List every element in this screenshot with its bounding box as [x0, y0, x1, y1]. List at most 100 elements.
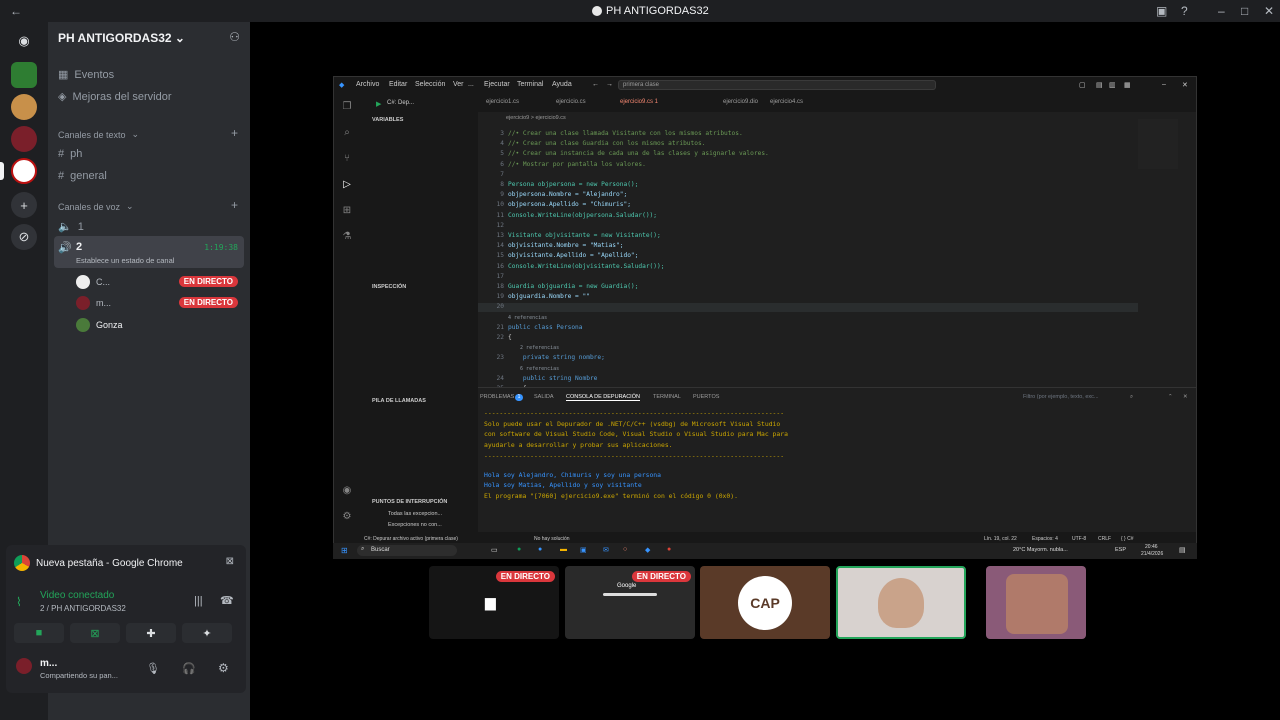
menu-ver[interactable]: Ver: [453, 81, 464, 88]
vscode-taskbar-icon[interactable]: ◆: [645, 546, 650, 554]
status-cursor[interactable]: Lín. 19, col. 22: [984, 536, 1017, 542]
breakpoint-item[interactable]: Todas las excepcion...: [388, 511, 442, 517]
code-line[interactable]: 4 referencias: [508, 313, 547, 323]
layout-custom-icon[interactable]: ▦: [1124, 81, 1131, 89]
status-debug-target[interactable]: C#: Depurar archivo activo (primera clas…: [364, 536, 458, 542]
participant-tile[interactable]: [986, 566, 1086, 639]
tab-puertos[interactable]: PUERTOS: [693, 394, 719, 400]
tab-ejercicio9-cs[interactable]: ejercicio9.cs 1: [620, 99, 658, 105]
discord-home-icon[interactable]: ◉: [11, 28, 37, 54]
testing-icon[interactable]: ⚗: [341, 231, 353, 243]
status-indent[interactable]: Espacios: 4: [1032, 536, 1058, 542]
code-line[interactable]: Console.WriteLine(objpersona.Saludar());: [508, 211, 657, 221]
code-line[interactable]: objvisitante.Nombre = "Matias";: [508, 241, 623, 251]
code-line[interactable]: //• Crear una instancia de cada una de l…: [508, 149, 769, 159]
clear-console-icon[interactable]: ⌕: [1130, 394, 1133, 401]
run-debug-icon[interactable]: ▷: [341, 179, 353, 191]
settings-gear-icon[interactable]: ⚙: [218, 661, 229, 675]
code-line[interactable]: Visitante objvisitante = new Visitante()…: [508, 231, 661, 241]
code-line[interactable]: private string nombre;: [508, 353, 605, 363]
add-server-icon[interactable]: +: [11, 192, 37, 218]
manage-gear-icon[interactable]: ⚙: [341, 511, 353, 523]
voice-user[interactable]: Gonza: [76, 318, 123, 332]
maximize-panel-icon[interactable]: ⌃: [1168, 394, 1173, 400]
code-line[interactable]: Guardia objguardia = new Guardia();: [508, 282, 638, 292]
server-icon-2[interactable]: [11, 94, 37, 120]
popout-close-icon[interactable]: ⊠: [226, 556, 234, 567]
status-solution[interactable]: No hay solución: [534, 536, 570, 542]
disconnect-icon[interactable]: ☎: [220, 594, 234, 607]
code-line[interactable]: 2 referencias: [508, 343, 559, 353]
code-line[interactable]: 6 referencias: [508, 364, 559, 374]
stream-tile[interactable]: EN DIRECTO ▆: [429, 566, 559, 639]
code-line[interactable]: objpersona.Nombre = "Alejandro";: [508, 190, 627, 200]
window-minimize-icon[interactable]: –: [1162, 81, 1166, 88]
voice-channel-2[interactable]: 🔊 2 1:19:38 Establece un estado de canal: [54, 236, 244, 268]
clock-date[interactable]: 21/4/2026: [1141, 551, 1163, 557]
screen-share-button[interactable]: ⊠: [70, 623, 120, 643]
inbox-icon[interactable]: ▣: [1156, 4, 1167, 18]
variables-section[interactable]: VARIABLES: [372, 117, 403, 123]
console-filter[interactable]: Filtro (por ejemplo, texto, exc...: [1023, 394, 1099, 400]
breadcrumb[interactable]: ejercicio9 > ejercicio9.cs: [506, 115, 566, 121]
activities-button[interactable]: ✚: [126, 623, 176, 643]
tab-ejercicio4[interactable]: ejercicio4.cs: [770, 99, 803, 105]
voice-channel-1[interactable]: 🔈 1: [58, 220, 84, 234]
server-icon-active[interactable]: [11, 158, 37, 184]
close-icon[interactable]: ✕: [1264, 4, 1274, 18]
inspection-section[interactable]: INSPECCIÓN: [372, 284, 406, 290]
mail-icon[interactable]: ✉: [603, 546, 609, 554]
nav-forward-icon[interactable]: →: [606, 81, 613, 88]
voice-user[interactable]: C...: [76, 275, 110, 289]
participant-tile[interactable]: CAP: [700, 566, 830, 639]
stream-tile[interactable]: EN DIRECTO Google: [565, 566, 695, 639]
tab-ejercicio1[interactable]: ejercicio1.cs: [486, 99, 519, 105]
menu-editar[interactable]: Editar: [389, 81, 407, 88]
explore-icon[interactable]: ⊘: [11, 224, 37, 250]
status-eol[interactable]: CRLF: [1098, 536, 1111, 542]
participant-tile-speaking[interactable]: [836, 566, 966, 639]
tab-salida[interactable]: SALIDA: [534, 394, 554, 400]
add-voice-channel-icon[interactable]: +: [231, 198, 238, 212]
server-icon-3[interactable]: [11, 126, 37, 152]
menu-seleccion[interactable]: Selección: [415, 81, 445, 88]
menu-ayuda[interactable]: Ayuda: [552, 81, 572, 88]
server-name-header[interactable]: PH ANTIGORDAS32 ⌄: [58, 31, 185, 45]
nav-back-icon[interactable]: ←: [592, 81, 599, 88]
extensions-icon[interactable]: ⊞: [341, 205, 353, 217]
close-panel-icon[interactable]: ✕: [1183, 394, 1188, 400]
code-line[interactable]: {: [508, 333, 512, 343]
camera-button[interactable]: ■: [14, 623, 64, 643]
channel-status[interactable]: Establece un estado de canal: [76, 256, 174, 265]
code-line[interactable]: //• Crear una clase llamada Visitante co…: [508, 129, 743, 139]
help-icon[interactable]: ?: [1181, 4, 1188, 18]
code-line[interactable]: objvisitante.Apellido = "Apellido";: [508, 251, 638, 261]
clock-time[interactable]: 20:46: [1145, 544, 1158, 550]
tab-ejercicio9-dio[interactable]: ejercicio9.dio: [723, 99, 758, 105]
tab-problemas[interactable]: PROBLEMAS: [480, 394, 514, 400]
soundboard-button[interactable]: ✦: [182, 623, 232, 643]
language-indicator[interactable]: ESP: [1115, 547, 1126, 553]
minimap[interactable]: [1138, 119, 1178, 169]
code-line[interactable]: public string Nombre: [508, 374, 598, 384]
maximize-icon[interactable]: □: [1241, 4, 1248, 18]
server-boost-item[interactable]: ◈ Mejoras del servidor: [58, 90, 172, 104]
breakpoints-section[interactable]: PUNTOS DE INTERRUPCIÓN: [372, 499, 447, 505]
noise-suppression-icon[interactable]: |||: [194, 595, 203, 607]
minimize-icon[interactable]: –: [1218, 4, 1225, 18]
tab-terminal[interactable]: TERMINAL: [653, 394, 681, 400]
headphones-icon[interactable]: 🎧: [182, 662, 196, 675]
source-control-icon[interactable]: ⑂: [341, 153, 353, 165]
search-icon[interactable]: ⌕: [341, 127, 353, 139]
file-explorer-icon[interactable]: ▬: [560, 546, 567, 553]
code-line[interactable]: //• Mostrar por pantalla los valores.: [508, 160, 646, 170]
debug-config-select[interactable]: C#: Dep...: [387, 100, 414, 106]
voice-channels-category[interactable]: Canales de voz ⌄: [58, 201, 134, 212]
opera-icon[interactable]: ○: [623, 546, 627, 553]
status-encoding[interactable]: UTF-8: [1072, 536, 1086, 542]
window-close-icon[interactable]: ✕: [1182, 81, 1188, 89]
server-icon-1[interactable]: [11, 62, 37, 88]
connection-location[interactable]: 2 / PH ANTIGORDAS32: [40, 604, 126, 613]
text-channels-category[interactable]: Canales de texto ⌄: [58, 129, 139, 140]
menu-terminal[interactable]: Terminal: [517, 81, 543, 88]
